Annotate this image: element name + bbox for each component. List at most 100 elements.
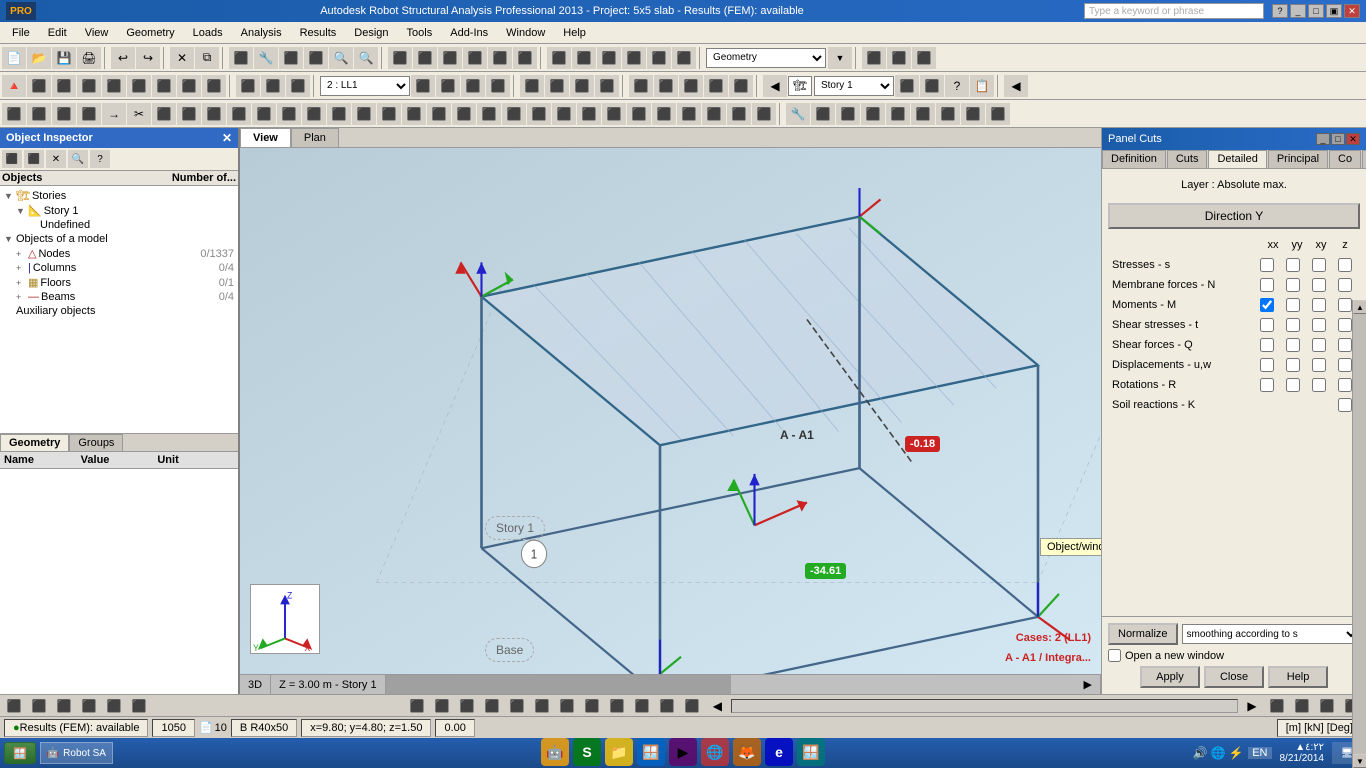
pc-max-btn[interactable]: □ <box>1331 133 1345 145</box>
tb-btn-6[interactable]: 🔍 <box>354 47 378 69</box>
pc-tab-principal[interactable]: Principal <box>1268 150 1328 168</box>
pc-tab-co[interactable]: Co <box>1329 150 1361 168</box>
tb-btn-13[interactable]: ⬛ <box>547 47 571 69</box>
tb-btn-12[interactable]: ⬛ <box>513 47 537 69</box>
pc-smooth-select[interactable]: smoothing according to s <box>1182 624 1360 644</box>
bt-btn-right-2[interactable]: ⬛ <box>430 695 454 717</box>
tb3-btn-7[interactable]: ⬛ <box>152 103 176 125</box>
tb2-btn-9[interactable]: ⬛ <box>202 75 226 97</box>
pc-shearfq-yy[interactable] <box>1286 338 1300 352</box>
pc-shearfq-z[interactable] <box>1338 338 1352 352</box>
menu-help[interactable]: Help <box>555 25 594 41</box>
tb3-btn-35[interactable]: ⬛ <box>861 103 885 125</box>
scroll-up[interactable]: ▲ <box>1353 300 1366 314</box>
tb2-btn-12[interactable]: ⬛ <box>286 75 310 97</box>
menu-tools[interactable]: Tools <box>399 25 441 41</box>
view-dropdown[interactable]: Geometry <box>706 48 826 68</box>
bt-scroll-right[interactable]: ▶ <box>1240 695 1264 717</box>
tb2-btn-14[interactable]: ⬛ <box>436 75 460 97</box>
canvas-3d[interactable]: 1 2 3 A - A1 -0.18 -34.61 Story 1 Story … <box>240 148 1101 674</box>
menu-edit[interactable]: Edit <box>40 25 75 41</box>
tb3-btn-27[interactable]: ⬛ <box>652 103 676 125</box>
bt-btn-end-3[interactable]: ⬛ <box>1315 695 1339 717</box>
delete-btn[interactable]: ✕ <box>170 47 194 69</box>
tb2-btn-16[interactable]: ⬛ <box>486 75 510 97</box>
bt-btn-right-10[interactable]: ⬛ <box>630 695 654 717</box>
pc-shearstt-yy[interactable] <box>1286 318 1300 332</box>
bt-btn-right-5[interactable]: ⬛ <box>505 695 529 717</box>
pc-rot-xy[interactable] <box>1312 378 1326 392</box>
tb3-btn-11[interactable]: ⬛ <box>252 103 276 125</box>
tb2-btn-15[interactable]: ⬛ <box>461 75 485 97</box>
tb3-btn-31[interactable]: ⬛ <box>752 103 776 125</box>
maximize-restore-btn[interactable]: ▣ <box>1326 4 1342 18</box>
menu-window[interactable]: Window <box>498 25 553 41</box>
menu-view[interactable]: View <box>77 25 117 41</box>
open-btn[interactable]: 📂 <box>27 47 51 69</box>
tb3-btn-4[interactable]: ⬛ <box>77 103 101 125</box>
tb-btn-21[interactable]: ⬛ <box>912 47 936 69</box>
bt-btn-1[interactable]: ⬛ <box>2 695 26 717</box>
pc-rot-yy[interactable] <box>1286 378 1300 392</box>
pc-moments-z[interactable] <box>1338 298 1352 312</box>
bt-btn-6[interactable]: ⬛ <box>127 695 151 717</box>
tree-columns[interactable]: + | Columns 0/4 <box>2 261 236 275</box>
tb3-btn-10[interactable]: ⬛ <box>227 103 251 125</box>
bt-btn-right-11[interactable]: ⬛ <box>655 695 679 717</box>
save-btn[interactable]: 💾 <box>52 47 76 69</box>
tb3-btn-40[interactable]: ⬛ <box>986 103 1010 125</box>
tb3-btn-8[interactable]: ⬛ <box>177 103 201 125</box>
tb2-btn-29[interactable]: 📋 <box>970 75 994 97</box>
tb2-btn-3[interactable]: ⬛ <box>52 75 76 97</box>
tb3-btn-3[interactable]: ⬛ <box>52 103 76 125</box>
menu-file[interactable]: File <box>4 25 38 41</box>
robot-app-icon[interactable]: 🤖 <box>541 738 569 766</box>
tb3-btn-28[interactable]: ⬛ <box>677 103 701 125</box>
pc-close-dialog-btn[interactable]: Close <box>1204 666 1264 688</box>
pc-stress-xy[interactable] <box>1312 258 1326 272</box>
undo-btn[interactable]: ↩ <box>111 47 135 69</box>
tb3-btn-1[interactable]: ⬛ <box>2 103 26 125</box>
tb2-btn-24[interactable]: ⬛ <box>704 75 728 97</box>
tb-btn-2[interactable]: 🔧 <box>254 47 278 69</box>
tb-btn-16[interactable]: ⬛ <box>622 47 646 69</box>
tb3-btn-25[interactable]: ⬛ <box>602 103 626 125</box>
tb3-btn-24[interactable]: ⬛ <box>577 103 601 125</box>
oi-btn-search[interactable]: 🔍 <box>68 150 88 168</box>
bt-btn-3[interactable]: ⬛ <box>52 695 76 717</box>
tb-btn-15[interactable]: ⬛ <box>597 47 621 69</box>
tb2-btn-11[interactable]: ⬛ <box>261 75 285 97</box>
tb-btn-14[interactable]: ⬛ <box>572 47 596 69</box>
new-btn[interactable]: 📄 <box>2 47 26 69</box>
tb3-btn-18[interactable]: ⬛ <box>427 103 451 125</box>
arrow-left-btn[interactable]: ◀ <box>763 75 787 97</box>
bt-scroll-left[interactable]: ◀ <box>705 695 729 717</box>
tb2-btn-5[interactable]: ⬛ <box>102 75 126 97</box>
chrome-icon[interactable]: 🌐 <box>701 738 729 766</box>
media-icon[interactable]: ▶ <box>669 738 697 766</box>
tb3-btn-12[interactable]: ⬛ <box>277 103 301 125</box>
bt-btn-right-7[interactable]: ⬛ <box>555 695 579 717</box>
story-dropdown[interactable]: Story 1 <box>814 76 894 96</box>
tab-groups[interactable]: Groups <box>69 434 123 451</box>
tab-geometry[interactable]: Geometry <box>0 434 69 451</box>
bt-btn-4[interactable]: ⬛ <box>77 695 101 717</box>
menu-results[interactable]: Results <box>292 25 345 41</box>
tb2-btn-26[interactable]: ⬛ <box>895 75 919 97</box>
oi-btn-2[interactable]: ⬛ <box>24 150 44 168</box>
pc-rot-z[interactable] <box>1338 378 1352 392</box>
bt-btn-right-3[interactable]: ⬛ <box>455 695 479 717</box>
tree-story1[interactable]: ▼ 📐 Story 1 <box>2 203 236 218</box>
pc-moments-yy[interactable] <box>1286 298 1300 312</box>
tb-btn-8[interactable]: ⬛ <box>413 47 437 69</box>
bt-btn-right-9[interactable]: ⬛ <box>605 695 629 717</box>
restore-btn[interactable]: □ <box>1308 4 1324 18</box>
tree-nodes[interactable]: + △ Nodes 0/1337 <box>2 246 236 261</box>
menu-addins[interactable]: Add-Ins <box>442 25 496 41</box>
oi-btn-3[interactable]: ✕ <box>46 150 66 168</box>
pc-min-btn[interactable]: _ <box>1316 133 1330 145</box>
pc-stress-z[interactable] <box>1338 258 1352 272</box>
view-tab-plan[interactable]: Plan <box>291 128 339 147</box>
pc-tab-definition[interactable]: Definition <box>1102 150 1166 168</box>
tree-model-objects[interactable]: ▼ Objects of a model <box>2 232 236 246</box>
